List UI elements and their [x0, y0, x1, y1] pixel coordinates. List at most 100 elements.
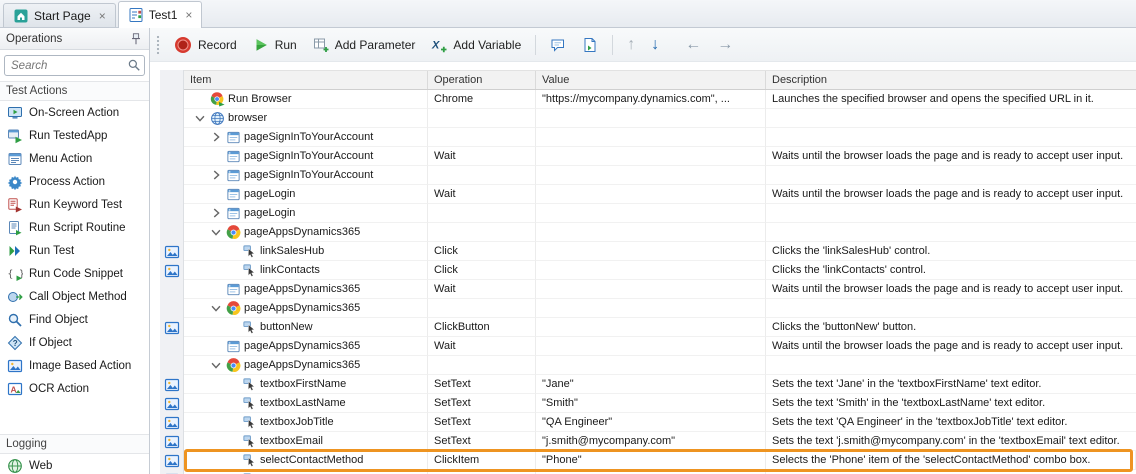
description-cell[interactable]	[766, 109, 1136, 128]
operation-cell[interactable]: SetText	[428, 375, 536, 394]
item-cell[interactable]: pageAppsDynamics365	[184, 280, 428, 299]
chevron-right-icon[interactable]	[209, 168, 223, 182]
item-cell[interactable]: pageAppsDynamics365	[184, 223, 428, 242]
description-cell[interactable]	[766, 356, 1136, 375]
search-input[interactable]	[4, 55, 145, 76]
description-cell[interactable]: Waits until the browser loads the page a…	[766, 147, 1136, 166]
pin-icon[interactable]	[129, 32, 143, 46]
value-cell[interactable]: "j.smith@mycompany.com"	[536, 432, 766, 451]
operation-cell[interactable]	[428, 223, 536, 242]
item-cell[interactable]: pageAppsDynamics365	[184, 356, 428, 375]
operation-cell[interactable]	[428, 128, 536, 147]
item-cell[interactable]: Run Browser	[184, 90, 428, 109]
item-cell[interactable]: pageAppsDynamics365	[184, 337, 428, 356]
run-button[interactable]: Run	[246, 33, 304, 57]
visualizer-cell[interactable]	[160, 318, 183, 337]
value-cell[interactable]	[536, 337, 766, 356]
test-step-row-linkcontacts[interactable]: linkContactsClick Clicks the 'linkContact…	[184, 261, 1136, 280]
test-step-row-browser[interactable]: browser	[184, 109, 1136, 128]
operation-item-process-action[interactable]: Process Action	[0, 170, 149, 193]
test-step-row-pageappsdynamics365[interactable]: pageAppsDynamics365	[184, 299, 1136, 318]
operation-item-find-object[interactable]: Find Object	[0, 308, 149, 331]
test-step-row-textboxlastname[interactable]: textboxLastNameSetText"Smith"Sets the te…	[184, 394, 1136, 413]
operation-item-run-test[interactable]: Run Test	[0, 239, 149, 262]
item-cell[interactable]: textboxLastName	[184, 394, 428, 413]
item-cell[interactable]: textboxJobTitle	[184, 413, 428, 432]
column-header-description[interactable]: Description	[766, 71, 1136, 89]
value-cell[interactable]: "Phone"	[536, 451, 766, 470]
add-comment-button[interactable]	[543, 33, 573, 57]
description-cell[interactable]	[766, 128, 1136, 147]
operation-cell[interactable]: Wait	[428, 147, 536, 166]
value-cell[interactable]	[536, 147, 766, 166]
description-cell[interactable]: Clicks the 'buttonNew' button.	[766, 318, 1136, 337]
test-step-row-pagesignintoyouraccount[interactable]: pageSignInToYourAccount	[184, 166, 1136, 185]
item-cell[interactable]: linkSalesHub	[184, 242, 428, 261]
value-cell[interactable]	[536, 280, 766, 299]
operation-item-menu-action[interactable]: Menu Action	[0, 147, 149, 170]
test-step-row-pagesignintoyouraccount[interactable]: pageSignInToYourAccountWaitWaits until t…	[184, 147, 1136, 166]
value-cell[interactable]	[536, 185, 766, 204]
description-cell[interactable]: Launches the specified browser and opens…	[766, 90, 1136, 109]
description-cell[interactable]	[766, 166, 1136, 185]
chevron-down-icon[interactable]	[209, 358, 223, 372]
operation-cell[interactable]: SetText	[428, 394, 536, 413]
operation-item-on-screen-action[interactable]: On-Screen Action	[0, 101, 149, 124]
item-cell[interactable]: pageSignInToYourAccount	[184, 128, 428, 147]
test-step-row-pageappsdynamics365[interactable]: pageAppsDynamics365WaitWaits until the b…	[184, 337, 1136, 356]
description-cell[interactable]: Sets the text 'Smith' in the 'textboxLas…	[766, 394, 1136, 413]
description-cell[interactable]: Waits until the browser loads the page a…	[766, 185, 1136, 204]
description-cell[interactable]: Sets the text 'j.smith@mycompany.com' in…	[766, 432, 1136, 451]
test-step-row-textboxphone[interactable]: textboxPhoneSetText"555-555-555"Sets the…	[184, 470, 1136, 474]
value-cell[interactable]: "555-555-555"	[536, 470, 766, 474]
move-up-button[interactable]: ↑	[620, 34, 642, 56]
item-cell[interactable]: linkContacts	[184, 261, 428, 280]
test-step-row-textboxemail[interactable]: textboxEmailSetText"j.smith@mycompany.co…	[184, 432, 1136, 451]
visualizer-cell[interactable]	[160, 375, 183, 394]
value-cell[interactable]	[536, 318, 766, 337]
value-cell[interactable]: "https://mycompany.dynamics.com", ...	[536, 90, 766, 109]
description-cell[interactable]: Waits until the browser loads the page a…	[766, 337, 1136, 356]
operation-item-web[interactable]: Web	[0, 454, 149, 474]
operation-item-run-testedapp[interactable]: Run TestedApp	[0, 124, 149, 147]
visualizer-cell[interactable]	[160, 432, 183, 451]
close-tab-icon[interactable]: ×	[99, 9, 106, 23]
operation-cell[interactable]: Click	[428, 242, 536, 261]
item-cell[interactable]: pageLogin	[184, 204, 428, 223]
chevron-down-icon[interactable]	[209, 225, 223, 239]
description-cell[interactable]: Sets the text 'QA Engineer' in the 'text…	[766, 413, 1136, 432]
item-cell[interactable]: pageAppsDynamics365	[184, 299, 428, 318]
description-cell[interactable]: Sets the text 'Jane' in the 'textboxFirs…	[766, 375, 1136, 394]
test-step-row-pageappsdynamics365[interactable]: pageAppsDynamics365	[184, 223, 1136, 242]
item-cell[interactable]: browser	[184, 109, 428, 128]
test-step-row-textboxjobtitle[interactable]: textboxJobTitleSetText"QA Engineer"Sets …	[184, 413, 1136, 432]
operation-cell[interactable]: SetText	[428, 470, 536, 474]
operation-cell[interactable]: Click	[428, 261, 536, 280]
description-cell[interactable]: Waits until the browser loads the page a…	[766, 280, 1136, 299]
item-cell[interactable]: buttonNew	[184, 318, 428, 337]
test-step-row-selectcontactmethod[interactable]: selectContactMethodClickItem"Phone"Selec…	[184, 451, 1136, 470]
value-cell[interactable]	[536, 261, 766, 280]
toolbar-grip[interactable]	[156, 35, 160, 55]
operation-cell[interactable]	[428, 109, 536, 128]
description-cell[interactable]: Sets the text '555-555-555' in the 'text…	[766, 470, 1136, 474]
operation-cell[interactable]: Wait	[428, 280, 536, 299]
column-header-item[interactable]: Item	[184, 71, 428, 89]
test-step-row-pageappsdynamics365[interactable]: pageAppsDynamics365	[184, 356, 1136, 375]
value-cell[interactable]	[536, 109, 766, 128]
operation-cell[interactable]: Chrome	[428, 90, 536, 109]
description-cell[interactable]: Clicks the 'linkContacts' control.	[766, 261, 1136, 280]
item-cell[interactable]: textboxFirstName	[184, 375, 428, 394]
value-cell[interactable]	[536, 166, 766, 185]
test-step-row-pagelogin[interactable]: pageLoginWaitWaits until the browser loa…	[184, 185, 1136, 204]
operation-item-if-object[interactable]: ?If Object	[0, 331, 149, 354]
value-cell[interactable]	[536, 223, 766, 242]
item-cell[interactable]: selectContactMethod	[184, 451, 428, 470]
description-cell[interactable]	[766, 299, 1136, 318]
chevron-right-icon[interactable]	[209, 206, 223, 220]
visualizer-cell[interactable]	[160, 413, 183, 432]
operation-cell[interactable]: ClickButton	[428, 318, 536, 337]
chevron-down-icon[interactable]	[193, 111, 207, 125]
add-variable-button[interactable]: X Add Variable	[424, 33, 528, 57]
operation-item-run-keyword-test[interactable]: Run Keyword Test	[0, 193, 149, 216]
